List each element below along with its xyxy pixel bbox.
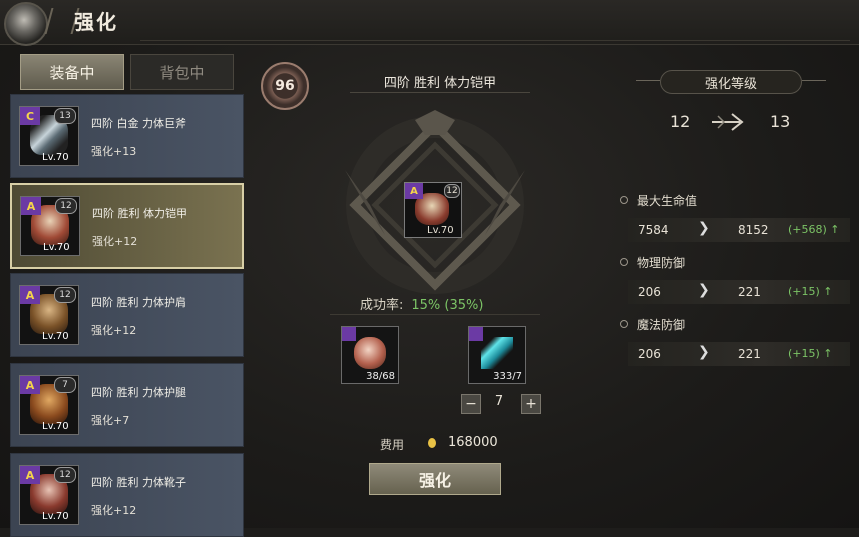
grade-badge: C	[20, 107, 40, 125]
success-rate: 成功率: 15% (35%)	[360, 294, 540, 313]
plus-badge: 12	[444, 184, 460, 198]
material-count: 333/7	[493, 371, 522, 382]
arrow-right-icon	[712, 113, 744, 131]
success-value: 15% (35%)	[411, 298, 484, 313]
grade-badge: A	[21, 197, 41, 215]
level-label: Lv.70	[42, 331, 69, 342]
stat-new: 221	[738, 285, 761, 299]
stat-old: 206	[638, 285, 661, 299]
item-enhance: 强化+12	[92, 235, 138, 248]
decrease-button[interactable]: −	[461, 394, 481, 414]
item-enhance: 强化+12	[91, 504, 137, 517]
enhance-level-header: 强化等级	[660, 70, 802, 94]
back-orb-icon[interactable]	[4, 2, 48, 46]
stat-name: 魔法防御	[637, 318, 686, 332]
header-bar: 强化	[0, 0, 859, 46]
header-wing-right	[802, 80, 826, 81]
material-slot-ore[interactable]: 38/68	[341, 326, 399, 384]
enhance-button[interactable]: 强化	[369, 463, 501, 495]
plus-badge: 12	[55, 198, 77, 214]
item-name: 四阶 胜利 力体靴子	[91, 476, 186, 489]
item-name: 四阶 胜利 力体护肩	[91, 296, 186, 309]
item-enhance: 强化+12	[91, 324, 137, 337]
level-label: Lv.70	[427, 225, 454, 236]
material-slot-crystal[interactable]: 333/7	[468, 326, 526, 384]
item-enhance: 强化+7	[91, 414, 130, 427]
material-count: 38/68	[366, 371, 395, 382]
item-name: 四阶 胜利 体力铠甲	[92, 207, 187, 220]
success-label: 成功率:	[360, 298, 404, 313]
stat-diff: (+15) ↑	[788, 285, 833, 298]
plus-badge: 12	[54, 287, 76, 303]
gold-coin-icon	[428, 438, 436, 448]
stat-row: 206 ❯ 221 (+15) ↑	[628, 342, 850, 366]
bullet-icon	[620, 196, 628, 204]
list-item-selected[interactable]: A 12 Lv.70 四阶 胜利 体力铠甲 强化+12	[10, 183, 244, 269]
list-item[interactable]: C 13 Lv.70 四阶 白金 力体巨斧 强化+13	[10, 94, 244, 178]
item-enhance: 强化+13	[91, 145, 137, 158]
level-label: Lv.70	[42, 152, 69, 163]
combat-score-badge: 96	[261, 62, 309, 110]
list-item[interactable]: A 7 Lv.70 四阶 胜利 力体护腿 强化+7	[10, 363, 244, 447]
stat-new: 221	[738, 347, 761, 361]
success-divider	[330, 314, 540, 315]
stat-old: 206	[638, 347, 661, 361]
item-thumbnail: A 12 Lv.70	[20, 196, 80, 256]
header-divider	[140, 40, 850, 41]
quantity-value: 7	[494, 394, 504, 409]
grade-badge: A	[20, 286, 40, 304]
item-thumbnail: C 13 Lv.70	[19, 106, 79, 166]
chevron-right-icon: ❯	[698, 220, 710, 236]
level-to: 13	[770, 112, 791, 131]
plus-badge: 12	[54, 467, 76, 483]
plus-badge: 13	[54, 108, 76, 124]
stat-diff: (+15) ↑	[788, 347, 833, 360]
grade-badge: A	[20, 466, 40, 484]
chevron-right-icon: ❯	[698, 282, 710, 298]
level-label: Lv.70	[42, 421, 69, 432]
stat-new: 8152	[738, 223, 769, 237]
item-thumbnail: A 12 Lv.70	[19, 285, 79, 345]
stat-old: 7584	[638, 223, 669, 237]
item-name: 四阶 白金 力体巨斧	[91, 117, 186, 130]
item-name: 四阶 胜利 力体护腿	[91, 386, 186, 399]
bullet-icon	[620, 320, 628, 328]
list-item[interactable]: A 12 Lv.70 四阶 胜利 力体靴子 强化+12	[10, 453, 244, 537]
name-divider	[350, 92, 530, 93]
ore-icon	[354, 337, 386, 369]
item-thumbnail: A 12 Lv.70	[19, 465, 79, 525]
tab-inventory[interactable]: 背包中	[130, 54, 234, 90]
stat-row: 7584 ❯ 8152 (+568) ↑	[628, 218, 850, 242]
stat-name: 物理防御	[637, 256, 686, 270]
increase-button[interactable]: +	[521, 394, 541, 414]
level-label: Lv.70	[42, 511, 69, 522]
grade-badge: A	[20, 376, 40, 394]
level-from: 12	[670, 112, 691, 131]
plus-badge: 7	[54, 377, 76, 393]
selected-item-name: 四阶 胜利 体力铠甲	[383, 76, 497, 91]
crystal-icon	[481, 337, 513, 369]
page-title: 强化	[74, 10, 118, 34]
grade-corner	[342, 327, 356, 341]
selected-item-slot[interactable]: A 12 Lv.70	[404, 182, 462, 238]
list-item[interactable]: A 12 Lv.70 四阶 胜利 力体护肩 强化+12	[10, 273, 244, 357]
level-label: Lv.70	[43, 242, 70, 253]
cost-value: 168000	[448, 435, 498, 450]
item-thumbnail: A 7 Lv.70	[19, 375, 79, 435]
stat-name: 最大生命值	[637, 194, 698, 208]
grade-badge: A	[405, 183, 423, 199]
stat-diff: (+568) ↑	[788, 223, 840, 236]
header-wing-left	[636, 80, 660, 81]
cost-label: 费用	[380, 438, 405, 452]
chevron-right-icon: ❯	[698, 344, 710, 360]
stat-row: 206 ❯ 221 (+15) ↑	[628, 280, 850, 304]
bullet-icon	[620, 258, 628, 266]
tab-equipped[interactable]: 装备中	[20, 54, 124, 90]
